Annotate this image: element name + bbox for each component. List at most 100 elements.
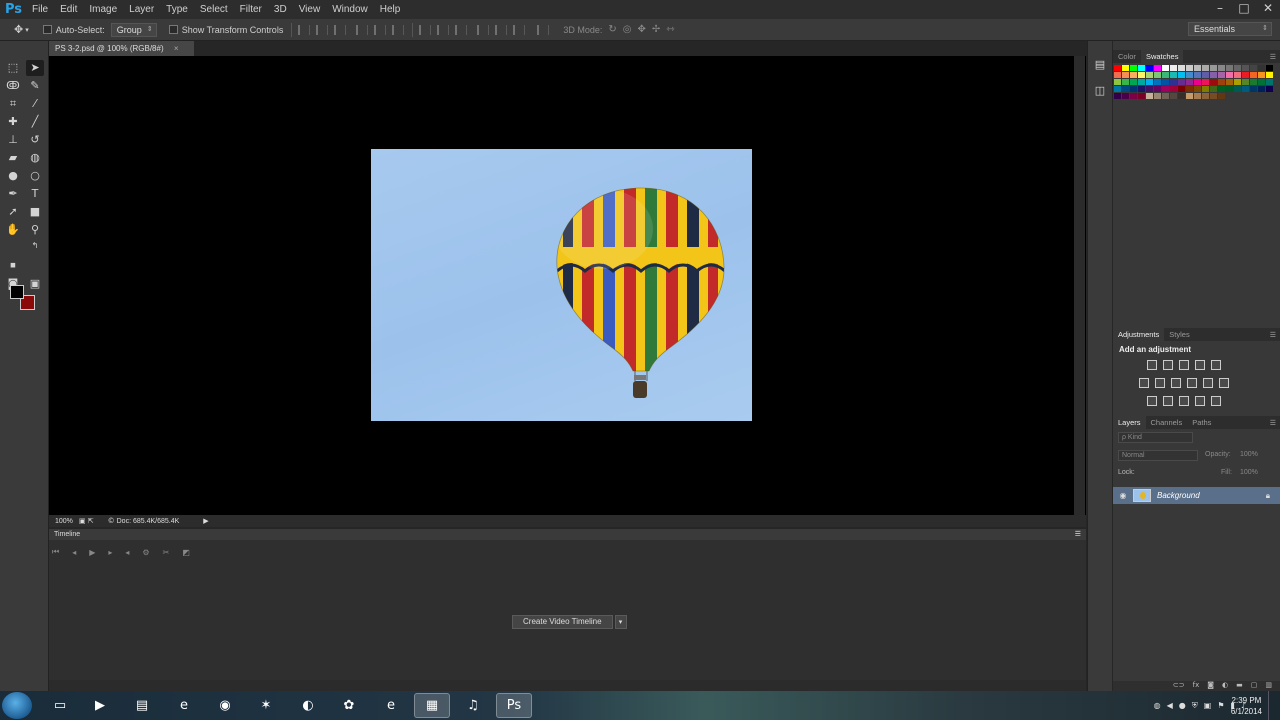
swatch-cell[interactable] xyxy=(1178,79,1185,85)
tab-swatches[interactable]: Swatches xyxy=(1140,50,1184,63)
distribute-top-icon[interactable] xyxy=(419,24,432,35)
swatch-cell[interactable] xyxy=(1162,65,1169,71)
show-desktop-button[interactable] xyxy=(1268,691,1280,720)
default-colors-icon[interactable]: ◼ xyxy=(4,257,22,273)
distribute-hcenter-icon[interactable] xyxy=(495,24,508,35)
healing-brush-icon[interactable]: ✚ xyxy=(4,114,22,130)
swatch-cell[interactable] xyxy=(1234,86,1241,92)
swatch-cell[interactable] xyxy=(1202,72,1209,78)
swatch-cell[interactable] xyxy=(1154,79,1161,85)
menu-file[interactable]: File xyxy=(26,0,54,19)
zoom-level[interactable]: 100% xyxy=(55,518,73,525)
swatch-cell[interactable] xyxy=(1138,86,1145,92)
path-select-icon[interactable]: ➚ xyxy=(4,204,22,220)
new-layer-icon[interactable]: ▢ xyxy=(1251,681,1258,691)
canvas-vertical-scrollbar[interactable] xyxy=(1074,56,1085,515)
swatch-cell[interactable] xyxy=(1218,72,1225,78)
swatch-cell[interactable] xyxy=(1194,93,1201,99)
swatch-cell[interactable] xyxy=(1266,65,1273,71)
type-tool-icon[interactable]: T xyxy=(26,186,44,202)
swatch-cell[interactable] xyxy=(1250,86,1257,92)
curves-icon[interactable] xyxy=(1179,360,1189,370)
swatch-cell[interactable] xyxy=(1154,86,1161,92)
tray-display-icon[interactable]: ▣ xyxy=(1204,701,1212,710)
create-video-timeline-button[interactable]: Create Video Timeline xyxy=(512,615,613,629)
move-tool-preset-icon[interactable]: ✥ ▾ xyxy=(14,23,29,36)
tray-shield-icon[interactable]: ⛨ xyxy=(1192,701,1198,711)
color-balance-icon[interactable] xyxy=(1155,378,1165,388)
brightness-contrast-icon[interactable] xyxy=(1147,360,1157,370)
menu-edit[interactable]: Edit xyxy=(54,0,83,19)
add-mask-icon[interactable]: ◙ xyxy=(1207,681,1214,691)
swatch-cell[interactable] xyxy=(1170,86,1177,92)
swatch-cell[interactable] xyxy=(1186,65,1193,71)
swatch-cell[interactable] xyxy=(1178,86,1185,92)
start-button[interactable] xyxy=(2,692,32,719)
align-hcenter-icon[interactable] xyxy=(374,24,387,35)
transition-icon[interactable]: ◩ xyxy=(182,548,190,557)
swatch-cell[interactable] xyxy=(1178,65,1185,71)
swatch-cell[interactable] xyxy=(1186,93,1193,99)
swatch-cell[interactable] xyxy=(1186,79,1193,85)
swatch-cell[interactable] xyxy=(1162,93,1169,99)
swatch-cell[interactable] xyxy=(1266,72,1273,78)
swatch-cell[interactable] xyxy=(1202,86,1209,92)
layer-name[interactable]: Background xyxy=(1157,491,1266,500)
play-icon[interactable]: ▶ xyxy=(89,548,95,557)
3d-pan-icon[interactable]: ✥ xyxy=(637,24,645,35)
menu-help[interactable]: Help xyxy=(374,0,407,19)
posterize-icon[interactable] xyxy=(1163,396,1173,406)
prev-frame-icon[interactable]: ◂ xyxy=(72,548,76,557)
move-tool-icon[interactable]: ➤ xyxy=(26,60,44,76)
taskbar-headset-icon[interactable]: ♫ xyxy=(455,693,491,718)
3d-roll-icon[interactable]: ◎ xyxy=(623,24,632,35)
swatch-cell[interactable] xyxy=(1242,65,1249,71)
swatch-cell[interactable] xyxy=(1162,72,1169,78)
swatch-cell[interactable] xyxy=(1170,72,1177,78)
fill-value[interactable]: 100% xyxy=(1240,469,1258,476)
tray-network-icon[interactable]: ◍ xyxy=(1154,701,1161,710)
swatch-cell[interactable] xyxy=(1194,79,1201,85)
taskbar-explorer-icon[interactable]: ▭ xyxy=(42,693,78,718)
crop-tool-icon[interactable]: ⌗ xyxy=(4,96,22,112)
menu-select[interactable]: Select xyxy=(194,0,234,19)
taskbar-chrome-icon[interactable]: ◉ xyxy=(207,693,243,718)
swatch-cell[interactable] xyxy=(1146,79,1153,85)
swatch-cell[interactable] xyxy=(1170,65,1177,71)
swatch-cell[interactable] xyxy=(1130,86,1137,92)
swatch-cell[interactable] xyxy=(1114,79,1121,85)
swatch-cell[interactable] xyxy=(1114,65,1121,71)
tray-app-icon[interactable]: ● xyxy=(1179,701,1186,710)
swatch-cell[interactable] xyxy=(1130,79,1137,85)
swatch-cell[interactable] xyxy=(1130,93,1137,99)
swatch-cell[interactable] xyxy=(1122,72,1129,78)
paint-bucket-icon[interactable]: ◍ xyxy=(26,150,44,166)
swatch-cell[interactable] xyxy=(1114,72,1121,78)
swatch-cell[interactable] xyxy=(1210,93,1217,99)
settings-icon[interactable]: ⚙ xyxy=(142,548,149,557)
swatch-cell[interactable] xyxy=(1154,65,1161,71)
blur-tool-icon[interactable]: ● xyxy=(4,168,22,184)
threshold-icon[interactable] xyxy=(1179,396,1189,406)
swatch-cell[interactable] xyxy=(1218,86,1225,92)
swatch-cell[interactable] xyxy=(1210,65,1217,71)
history-panel-icon[interactable]: ▤ xyxy=(1091,57,1109,73)
swatch-grid[interactable] xyxy=(1114,65,1273,99)
swatch-cell[interactable] xyxy=(1146,65,1153,71)
swatch-cell[interactable] xyxy=(1202,93,1209,99)
swatch-cell[interactable] xyxy=(1258,72,1265,78)
swatch-cell[interactable] xyxy=(1194,86,1201,92)
properties-panel-icon[interactable]: ◫ xyxy=(1091,83,1109,99)
swatch-cell[interactable] xyxy=(1122,79,1129,85)
swatches-menu-icon[interactable]: ☰ xyxy=(1270,53,1276,61)
rectangle-tool-icon[interactable]: ■ xyxy=(26,204,44,220)
align-top-icon[interactable] xyxy=(298,24,311,35)
distribute-bottom-icon[interactable] xyxy=(455,24,468,35)
swatch-cell[interactable] xyxy=(1178,93,1185,99)
3d-slide-icon[interactable]: ✢ xyxy=(652,24,660,35)
link-layers-icon[interactable]: ⊂⊃ xyxy=(1173,681,1185,691)
distribute-right-icon[interactable] xyxy=(513,24,526,35)
first-frame-icon[interactable]: ⏮ xyxy=(52,547,59,557)
swatch-cell[interactable] xyxy=(1218,65,1225,71)
eyedropper-tool-icon[interactable]: ⁄ xyxy=(26,96,44,112)
